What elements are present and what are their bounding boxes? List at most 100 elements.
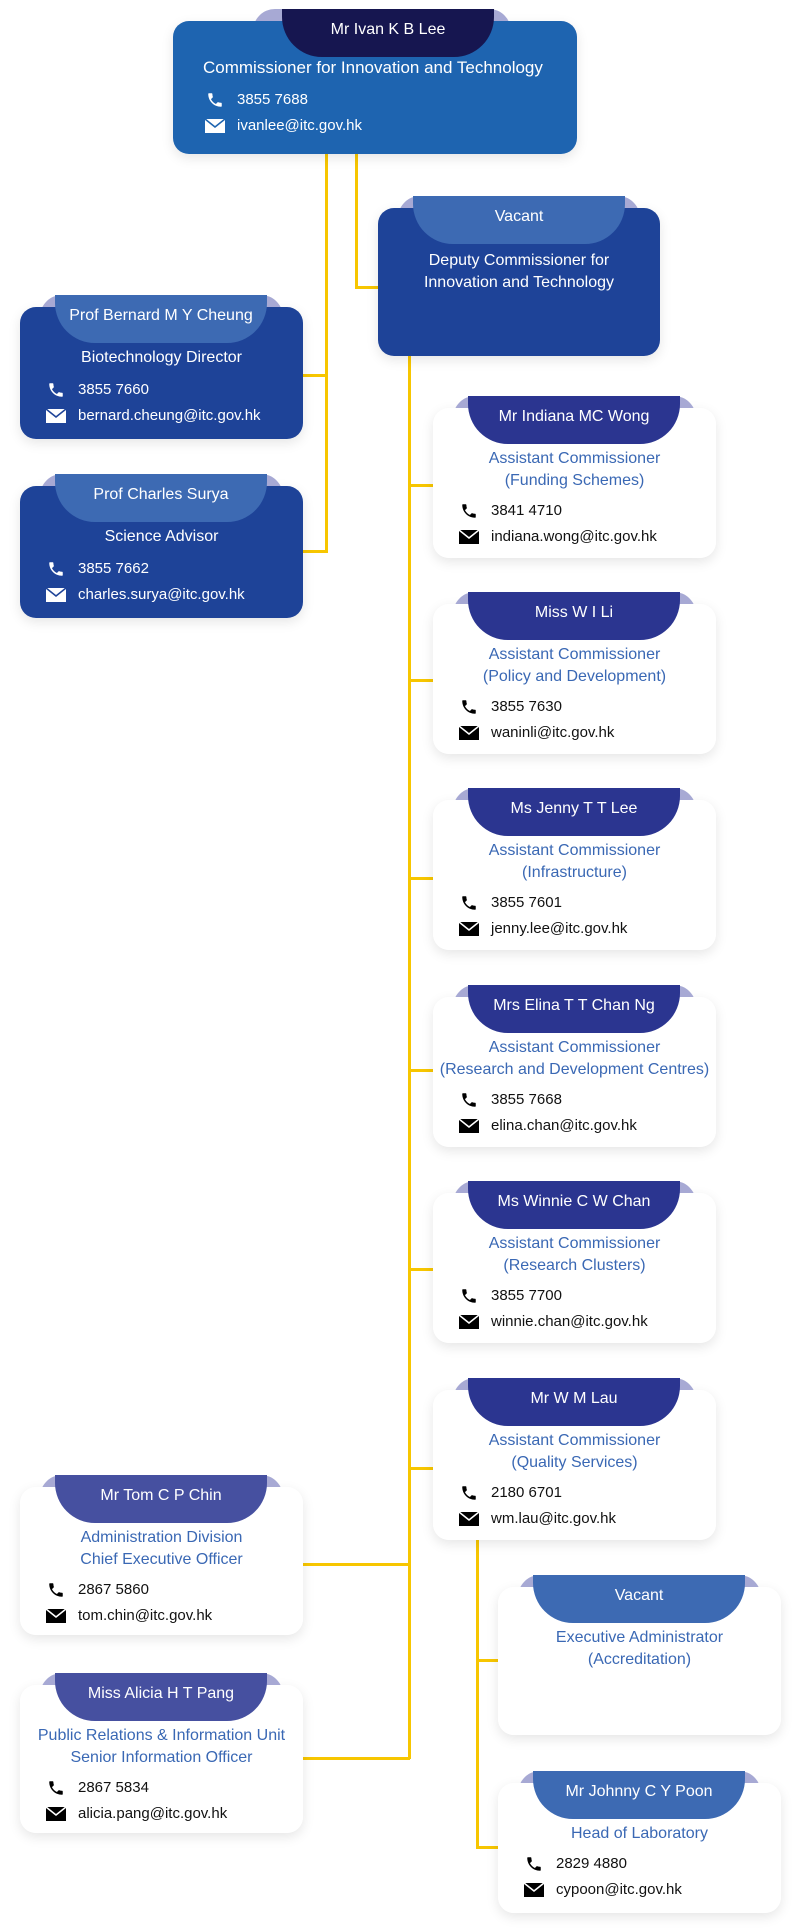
- position-title-line2: (Research and Development Centres): [439, 1061, 710, 1078]
- email-row: tom.chin@itc.gov.hk: [46, 1603, 303, 1629]
- position-title-line2: (Infrastructure): [522, 864, 627, 881]
- admin-officer-card[interactable]: Mr Tom C P Chin Administration Division …: [20, 1475, 303, 1635]
- position-title-line2: Innovation and Technology: [423, 274, 615, 291]
- connector-line: [408, 679, 434, 682]
- phone-number: 2867 5860: [78, 1581, 149, 1598]
- advisor-card[interactable]: Prof Charles Surya Science Advisor 3855 …: [20, 474, 303, 618]
- envelope-icon: [459, 723, 479, 743]
- person-name: Mr W M Lau: [468, 1378, 680, 1426]
- connector-line: [476, 1540, 479, 1848]
- email-link[interactable]: indiana.wong@itc.gov.hk: [491, 524, 657, 550]
- person-name: Prof Charles Surya: [55, 474, 267, 522]
- envelope-icon: [459, 1509, 479, 1529]
- phone-row: 3855 7668: [459, 1087, 716, 1113]
- envelope-icon: [205, 116, 225, 136]
- assistant-commissioner-card[interactable]: Ms Winnie C W Chan Assistant Commissione…: [433, 1181, 716, 1343]
- connector-line: [408, 1268, 434, 1271]
- assistant-commissioner-card[interactable]: Miss W I Li Assistant Commissioner (Poli…: [433, 592, 716, 754]
- person-name: Miss Alicia H T Pang: [55, 1673, 267, 1721]
- phone-number: 3855 7662: [78, 560, 149, 577]
- assistant-commissioner-card[interactable]: Ms Jenny T T Lee Assistant Commissioner …: [433, 788, 716, 950]
- advisor-card[interactable]: Prof Bernard M Y Cheung Biotechnology Di…: [20, 295, 303, 439]
- email-row: winnie.chan@itc.gov.hk: [459, 1309, 716, 1335]
- phone-row: 3855 7700: [459, 1283, 716, 1309]
- connector-line: [303, 1563, 410, 1566]
- person-name: Ms Jenny T T Lee: [468, 788, 680, 836]
- position-title-line1: Assistant Commissioner: [488, 1039, 661, 1056]
- phone-row: 3855 7688: [205, 87, 577, 113]
- position-title-line1: Head of Laboratory: [571, 1825, 708, 1842]
- email-row: alicia.pang@itc.gov.hk: [46, 1801, 303, 1827]
- position-title-line1: Executive Administrator: [555, 1629, 724, 1646]
- phone-number: 2829 4880: [556, 1855, 627, 1872]
- envelope-icon: [459, 1116, 479, 1136]
- connector-line: [303, 550, 327, 553]
- position-title-line2: (Funding Schemes): [504, 472, 645, 489]
- email-link[interactable]: alicia.pang@itc.gov.hk: [78, 1801, 227, 1827]
- phone-number: 3841 4710: [491, 502, 562, 519]
- position-title: Science Advisor: [104, 528, 219, 545]
- envelope-icon: [46, 1804, 66, 1824]
- email-link[interactable]: ivanlee@itc.gov.hk: [237, 113, 362, 139]
- assistant-commissioner-card[interactable]: Mr Indiana MC Wong Assistant Commissione…: [433, 396, 716, 558]
- email-link[interactable]: wm.lau@itc.gov.hk: [491, 1506, 616, 1532]
- quality-services-sub-card[interactable]: Mr Johnny C Y Poon Head of Laboratory 28…: [498, 1771, 781, 1913]
- deputy-commissioner-card[interactable]: Vacant Deputy Commissioner for Innovatio…: [378, 196, 660, 356]
- email-row: elina.chan@itc.gov.hk: [459, 1113, 716, 1139]
- email-row: cypoon@itc.gov.hk: [524, 1877, 781, 1903]
- envelope-icon: [459, 1312, 479, 1332]
- position-title: Biotechnology Director: [81, 349, 242, 366]
- phone-icon: [459, 501, 479, 521]
- phone-row: 2180 6701: [459, 1480, 716, 1506]
- connector-line: [408, 1467, 434, 1470]
- email-row: bernard.cheung@itc.gov.hk: [46, 403, 303, 429]
- phone-row: 3855 7662: [46, 556, 303, 582]
- email-link[interactable]: charles.surya@itc.gov.hk: [78, 582, 245, 608]
- phone-icon: [459, 1286, 479, 1306]
- person-name: Vacant: [533, 1575, 745, 1623]
- phone-row: 3855 7630: [459, 694, 716, 720]
- phone-icon: [46, 1778, 66, 1798]
- phone-row: 3855 7601: [459, 890, 716, 916]
- position-title-line2: (Accreditation): [587, 1651, 692, 1668]
- email-link[interactable]: elina.chan@itc.gov.hk: [491, 1113, 637, 1139]
- quality-services-sub-card[interactable]: Vacant Executive Administrator (Accredit…: [498, 1575, 781, 1735]
- email-link[interactable]: tom.chin@itc.gov.hk: [78, 1603, 212, 1629]
- phone-icon: [46, 380, 66, 400]
- email-link[interactable]: jenny.lee@itc.gov.hk: [491, 916, 627, 942]
- phone-number: 3855 7668: [491, 1091, 562, 1108]
- position-title-line2: Senior Information Officer: [70, 1749, 253, 1766]
- phone-row: 2867 5860: [46, 1577, 303, 1603]
- assistant-commissioner-card[interactable]: Mrs Elina T T Chan Ng Assistant Commissi…: [433, 985, 716, 1147]
- connector-line: [408, 356, 411, 1759]
- email-link[interactable]: cypoon@itc.gov.hk: [556, 1877, 682, 1903]
- position-title-line1: Public Relations & Information Unit: [37, 1727, 286, 1744]
- envelope-icon: [524, 1880, 544, 1900]
- email-row: charles.surya@itc.gov.hk: [46, 582, 303, 608]
- position-title-line2: (Quality Services): [511, 1454, 638, 1471]
- envelope-icon: [459, 919, 479, 939]
- phone-number: 3855 7700: [491, 1287, 562, 1304]
- commissioner-card[interactable]: Mr Ivan K B Lee Commissioner for Innovat…: [173, 9, 577, 154]
- envelope-icon: [46, 1606, 66, 1626]
- connector-line: [408, 484, 434, 487]
- assistant-commissioner-card[interactable]: Mr W M Lau Assistant Commissioner (Quali…: [433, 1378, 716, 1540]
- position-title-line2: (Policy and Development): [482, 668, 667, 685]
- position-title: Commissioner for Innovation and Technolo…: [203, 58, 543, 77]
- phone-number: 2180 6701: [491, 1484, 562, 1501]
- phone-number: 2867 5834: [78, 1779, 149, 1796]
- position-title-line2: Chief Executive Officer: [80, 1551, 243, 1568]
- admin-officer-card[interactable]: Miss Alicia H T Pang Public Relations & …: [20, 1673, 303, 1833]
- phone-icon: [205, 90, 225, 110]
- email-link[interactable]: bernard.cheung@itc.gov.hk: [78, 403, 261, 429]
- connector-line: [476, 1846, 500, 1849]
- position-title-line1: Assistant Commissioner: [488, 450, 661, 467]
- envelope-icon: [46, 406, 66, 426]
- email-link[interactable]: winnie.chan@itc.gov.hk: [491, 1309, 648, 1335]
- email-link[interactable]: waninli@itc.gov.hk: [491, 720, 614, 746]
- person-name: Mr Tom C P Chin: [55, 1475, 267, 1523]
- person-name: Mrs Elina T T Chan Ng: [468, 985, 680, 1033]
- phone-row: 2829 4880: [524, 1851, 781, 1877]
- person-name: Mr Indiana MC Wong: [468, 396, 680, 444]
- phone-row: 2867 5834: [46, 1775, 303, 1801]
